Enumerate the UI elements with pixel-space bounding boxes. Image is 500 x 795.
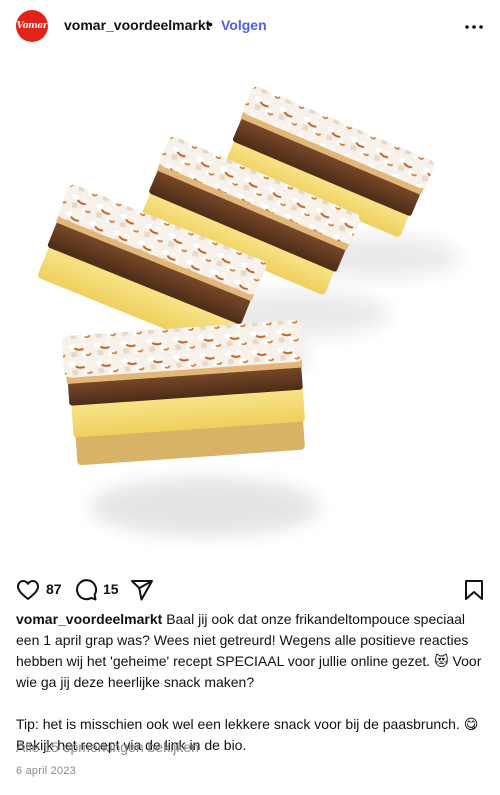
more-options-icon[interactable] xyxy=(464,24,484,30)
caption-paragraph-1: vomar_voordeelmarkt Baal jij ook dat onz… xyxy=(16,609,490,693)
bookmark-icon[interactable] xyxy=(462,578,486,602)
tompouce-pastries-illustration xyxy=(37,86,460,537)
avatar[interactable]: Vomar xyxy=(16,10,48,42)
post-date[interactable]: 6 april 2023 xyxy=(16,765,76,777)
action-bar: 87 15 xyxy=(0,566,500,610)
comment-count[interactable]: 15 xyxy=(103,581,119,597)
instagram-post: Vomar vomar_voordeelmarkt • Volgen 87 15… xyxy=(0,0,500,795)
comment-icon[interactable] xyxy=(74,578,98,602)
like-count[interactable]: 87 xyxy=(46,581,62,597)
view-comments-link[interactable]: Alle 15 opmerkingen bekijken xyxy=(16,739,199,755)
heart-icon[interactable] xyxy=(16,578,40,602)
post-image[interactable] xyxy=(0,52,500,566)
follow-button[interactable]: Volgen xyxy=(221,17,267,33)
send-icon[interactable] xyxy=(130,578,154,602)
post-caption: vomar_voordeelmarkt Baal jij ook dat onz… xyxy=(16,609,490,756)
avatar-logo-text: Vomar xyxy=(16,21,48,31)
caption-username-link[interactable]: vomar_voordeelmarkt xyxy=(16,611,162,627)
post-header: Vomar vomar_voordeelmarkt • Volgen xyxy=(0,0,500,52)
username-link[interactable]: vomar_voordeelmarkt xyxy=(64,17,210,33)
separator-dot: • xyxy=(208,16,213,32)
